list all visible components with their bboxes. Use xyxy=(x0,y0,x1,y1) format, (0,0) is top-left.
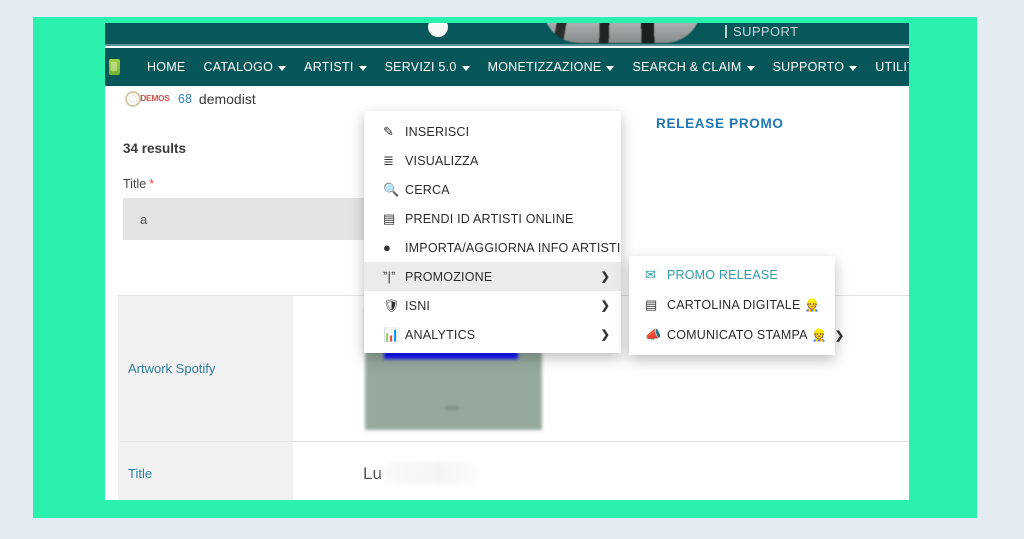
nav-label: UTILITY xyxy=(875,60,909,74)
brand-logo-icon: DEMOS xyxy=(125,90,171,107)
menu-item-inserisci[interactable]: ✎ INSERISCI xyxy=(364,117,621,146)
person-emoji-icon: 👷 xyxy=(811,328,827,342)
avatar[interactable] xyxy=(428,23,448,37)
nav-item-home[interactable]: HOME xyxy=(138,54,195,80)
envelope-icon: ✉ xyxy=(645,267,657,282)
menu-item-isni[interactable]: 🛡 ISNI ❯ xyxy=(364,291,621,320)
globe-icon: ● xyxy=(383,240,392,255)
menu-item-cartolina-digitale[interactable]: ▤ CARTOLINA DIGITALE 👷 xyxy=(629,290,835,320)
page-title: RELEASE PROMO xyxy=(656,116,784,131)
application-window: SUPPORT HOME CATALOGO ARTISTI SERVIZI 5.… xyxy=(105,23,909,500)
account-count: 68 xyxy=(178,91,192,106)
nav-item-servizi-50[interactable]: SERVIZI 5.0 xyxy=(376,54,479,80)
bullhorn-icon: 📣 xyxy=(645,327,662,342)
menu-item-label: COMUNICATO STAMPA 👷 xyxy=(667,328,827,342)
menu-item-label: CARTOLINA DIGITALE 👷 xyxy=(667,298,824,312)
menu-item-label: VISUALIZZA xyxy=(405,153,479,168)
title-value-visible: Lu xyxy=(363,464,382,483)
row-value-title: Lu xyxy=(293,442,909,500)
search-icon: 🔍 xyxy=(383,181,400,197)
menu-item-promo-release[interactable]: ✉ PROMO RELEASE xyxy=(629,260,835,290)
chevron-right-icon: ❯ xyxy=(834,329,845,342)
required-marker: * xyxy=(149,177,155,191)
row-label-title: Title xyxy=(118,442,293,500)
promozione-submenu: ✉ PROMO RELEASE ▤ CARTOLINA DIGITALE 👷 📣 … xyxy=(629,256,844,355)
menu-item-label: CERCA xyxy=(405,182,450,197)
chevron-down-icon xyxy=(746,65,755,71)
header-divider xyxy=(105,44,909,46)
list-ordered-icon: ≣ xyxy=(383,152,395,168)
results-count: 34 results xyxy=(123,141,187,156)
nav-label: SUPPORTO xyxy=(772,60,845,74)
nav-item-utility[interactable]: UTILITY xyxy=(866,54,909,80)
menu-item-comunicato-stampa[interactable]: 📣 COMUNICATO STAMPA 👷 ❯ xyxy=(629,320,844,350)
menu-item-text: CARTOLINA DIGITALE xyxy=(667,298,801,312)
shield-icon: 🛡 xyxy=(383,297,400,313)
menu-item-label: PRENDI ID ARTISTI ONLINE xyxy=(405,211,574,226)
chevron-down-icon xyxy=(461,65,470,71)
support-label-text: SUPPORT xyxy=(733,24,799,39)
divider xyxy=(725,25,727,38)
row-label-artwork-spotify: Artwork Spotify xyxy=(118,296,293,441)
main-navigation-bar: HOME CATALOGO ARTISTI SERVIZI 5.0 MONETI… xyxy=(105,48,909,86)
nav-label: HOME xyxy=(147,60,186,74)
id-badge-icon: ▤ xyxy=(383,210,396,226)
menu-item-label: INSERISCI xyxy=(405,124,470,139)
account-name: demodist xyxy=(198,90,256,107)
contact-card-icon: ▤ xyxy=(645,297,658,312)
menu-item-label: ANALYTICS xyxy=(405,327,476,342)
nav-item-monetizzazione[interactable]: MONETIZZAZIONE xyxy=(479,54,624,80)
chevron-right-icon: ❯ xyxy=(600,271,610,283)
chevron-down-icon xyxy=(849,65,858,71)
account-strip: DEMOS 68 demodist xyxy=(105,86,909,111)
nav-label: MONETIZZAZIONE xyxy=(487,60,602,74)
menu-item-text: COMUNICATO STAMPA xyxy=(667,328,808,342)
nav-item-supporto[interactable]: SUPPORTO xyxy=(764,54,867,80)
nav-label: SERVIZI 5.0 xyxy=(384,60,457,74)
menu-item-promozione[interactable]: ˮ|ˮ PROMOZIONE ❯ xyxy=(364,262,621,291)
bar-chart-icon: 📊 xyxy=(383,326,400,342)
header-banner-photo xyxy=(543,23,701,43)
site-logo-icon[interactable] xyxy=(109,59,120,75)
title-label-text: Title xyxy=(123,177,147,191)
title-field-label: Title * xyxy=(123,177,154,191)
chevron-down-icon xyxy=(358,65,367,71)
menu-item-label: PROMOZIONE xyxy=(405,269,493,284)
nav-label: CATALOGO xyxy=(203,60,274,74)
menu-item-label: ISNI xyxy=(405,298,431,313)
nav-item-artisti[interactable]: ARTISTI xyxy=(295,54,375,80)
menu-item-label: PROMO RELEASE xyxy=(667,268,778,282)
menu-item-analytics[interactable]: 📊 ANALYTICS ❯ xyxy=(364,320,621,349)
nav-label: SEARCH & CLAIM xyxy=(632,60,742,74)
artisti-dropdown-menu: ✎ INSERISCI ≣ VISUALIZZA 🔍 CERCA ▤ PREND… xyxy=(364,111,621,353)
table-row: Title Lu xyxy=(118,441,909,500)
chevron-right-icon: ❯ xyxy=(600,329,610,341)
chevron-right-icon: ❯ xyxy=(600,300,610,312)
menu-item-prendi-id-artisti-online[interactable]: ▤ PRENDI ID ARTISTI ONLINE xyxy=(364,204,621,233)
chevron-down-icon xyxy=(606,65,615,71)
top-header-bar: SUPPORT xyxy=(105,23,909,46)
person-emoji-icon: 👷 xyxy=(804,298,820,312)
menu-item-label: IMPORTA/AGGIORNA INFO ARTISTI xyxy=(405,240,621,255)
menu-item-importa-aggiorna-info-artisti[interactable]: ● IMPORTA/AGGIORNA INFO ARTISTI xyxy=(364,233,621,262)
support-link[interactable]: SUPPORT xyxy=(725,24,798,39)
redacted-text xyxy=(381,462,478,484)
pencil-square-icon: ✎ xyxy=(383,123,395,139)
nav-item-catalogo[interactable]: CATALOGO xyxy=(195,54,296,80)
nav-item-search-claim[interactable]: SEARCH & CLAIM xyxy=(623,54,763,80)
chevron-down-icon xyxy=(278,65,287,71)
brand-wordmark: DEMOS xyxy=(140,93,170,103)
title-value-text: Lu xyxy=(363,462,478,484)
menu-item-visualizza[interactable]: ≣ VISUALIZZA xyxy=(364,146,621,175)
nav-label: ARTISTI xyxy=(304,60,354,74)
megaphone-quote-icon: ˮ|ˮ xyxy=(383,269,396,284)
menu-item-cerca[interactable]: 🔍 CERCA xyxy=(364,175,621,204)
